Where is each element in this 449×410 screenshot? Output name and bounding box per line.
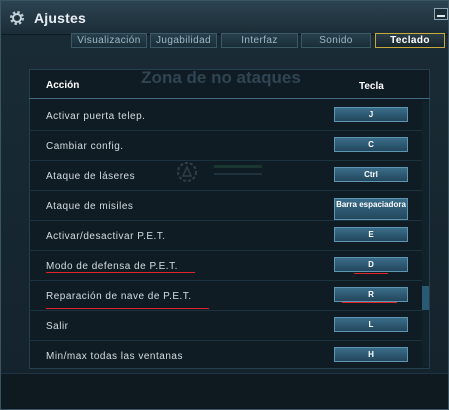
key-binding-button[interactable]: Barra espaciadora	[334, 198, 408, 220]
action-label: Salir	[46, 321, 69, 332]
key-binding-button[interactable]: C	[334, 137, 408, 152]
action-label: Ataque de láseres	[46, 171, 136, 182]
minimize-icon[interactable]	[434, 8, 448, 20]
key-binding-button[interactable]: L	[334, 317, 408, 332]
table-row[interactable]: Cambiar config. C	[29, 131, 430, 161]
settings-tabs: Visualización Jugabilidad Interfaz Sonid…	[61, 33, 445, 49]
key-binding-button[interactable]: E	[334, 227, 408, 242]
window-footer	[1, 373, 448, 409]
table-row[interactable]: Activar/desactivar P.E.T. E	[29, 221, 430, 251]
table-header: Acción Tecla	[29, 71, 430, 99]
scrollbar[interactable]	[422, 101, 429, 367]
action-label: Reparación de nave de P.E.T.	[46, 291, 192, 302]
key-binding-button[interactable]: R	[334, 287, 408, 302]
table-row[interactable]: Salir L	[29, 311, 430, 341]
action-label: Modo de defensa de P.E.T.	[46, 261, 178, 272]
tab-sonido[interactable]: Sonido	[301, 33, 371, 48]
tab-jugabilidad[interactable]: Jugabilidad	[150, 33, 217, 48]
title-bar[interactable]: Ajustes	[1, 1, 448, 35]
tab-interfaz[interactable]: Interfaz	[221, 33, 298, 48]
highlight-underline	[46, 272, 195, 273]
action-label: Activar puerta telep.	[46, 111, 146, 122]
gear-icon	[9, 10, 25, 26]
scrollbar-thumb[interactable]	[422, 286, 429, 310]
key-binding-button[interactable]: H	[334, 347, 408, 362]
action-label: Cambiar config.	[46, 141, 124, 152]
column-header-key: Tecla	[359, 81, 384, 92]
tab-visualizacion[interactable]: Visualización	[71, 33, 147, 48]
action-label: Min/max todas las ventanas	[46, 351, 183, 362]
key-binding-button[interactable]: Ctrl	[334, 167, 408, 182]
highlight-underline	[354, 273, 388, 274]
window-title: Ajustes	[34, 10, 86, 26]
key-binding-button[interactable]: D	[334, 257, 408, 272]
action-label: Activar/desactivar P.E.T.	[46, 231, 166, 242]
column-header-action: Acción	[46, 80, 80, 91]
highlight-underline	[342, 302, 397, 303]
table-row[interactable]: Ataque de láseres Ctrl	[29, 161, 430, 191]
table-row[interactable]: Ataque de misiles Barra espaciadora	[29, 191, 430, 221]
highlight-underline	[46, 308, 209, 309]
tab-teclado[interactable]: Teclado	[375, 33, 445, 48]
key-binding-button[interactable]: J	[334, 107, 408, 122]
settings-window: Ajustes Visualización Jugabilidad Interf…	[0, 0, 449, 410]
action-label: Ataque de misiles	[46, 201, 134, 212]
table-row[interactable]: Modo de defensa de P.E.T. D	[29, 251, 430, 281]
table-row[interactable]: Min/max todas las ventanas H	[29, 341, 430, 371]
table-row[interactable]: Reparación de nave de P.E.T. R	[29, 281, 430, 311]
table-row[interactable]: Activar puerta telep. J	[29, 101, 430, 131]
